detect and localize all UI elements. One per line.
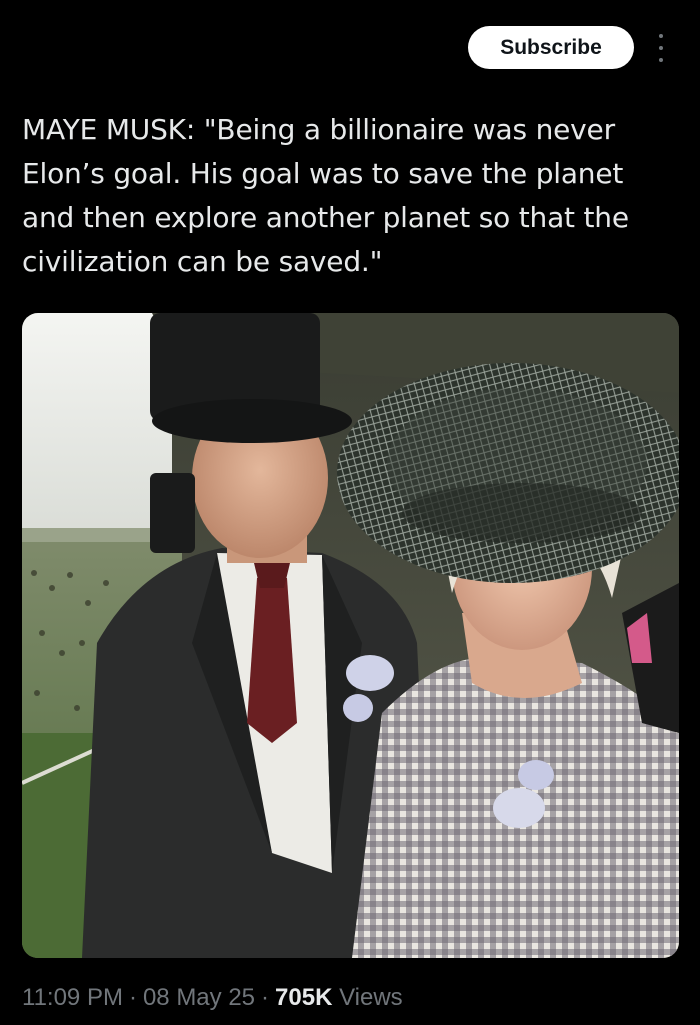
meta-separator: ·	[261, 984, 270, 1011]
post-photo[interactable]	[22, 313, 679, 958]
post-date: 08 May 25	[142, 984, 256, 1011]
post-time: 11:09 PM	[22, 984, 123, 1011]
post-text: MAYE MUSK: "Being a billionaire was neve…	[22, 113, 638, 278]
more-vertical-icon[interactable]	[650, 34, 672, 62]
post-meta: 11:09 PM · 08 May 25 · 705K Views	[22, 984, 403, 1012]
meta-separator: ·	[128, 984, 137, 1011]
views-count[interactable]: 705K	[275, 984, 332, 1011]
subscribe-button[interactable]: Subscribe	[468, 26, 634, 69]
views-label[interactable]: Views	[339, 984, 403, 1011]
